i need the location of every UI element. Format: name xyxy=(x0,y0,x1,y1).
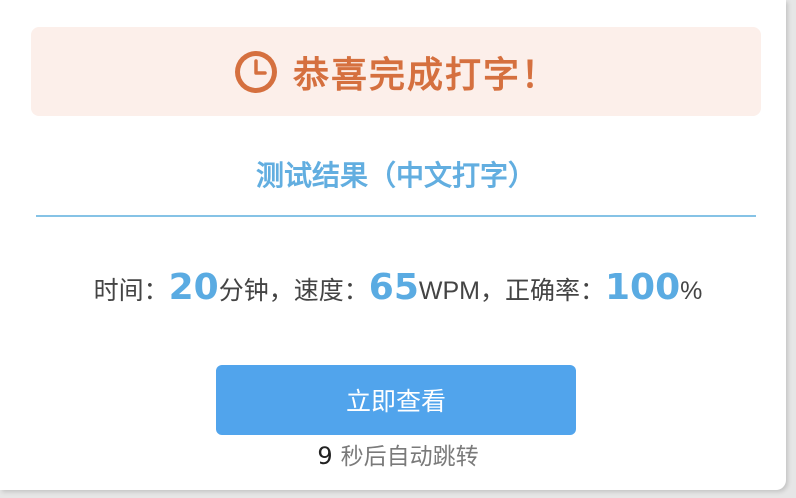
stats-line: 时间：20分钟，速度：65WPM，正确率：100% xyxy=(0,262,796,317)
time-unit: 分钟， xyxy=(218,276,294,305)
result-dialog: 恭喜完成打字！ 测试结果（中文打字） 时间：20分钟，速度：65WPM，正确率：… xyxy=(0,0,786,490)
countdown-seconds: 9 xyxy=(317,442,333,470)
result-title: 测试结果（中文打字） xyxy=(255,159,536,192)
auto-redirect-notice: 9 秒后自动跳转 xyxy=(0,437,796,471)
congrats-banner: 恭喜完成打字！ xyxy=(31,27,761,116)
accuracy-value: 100 xyxy=(605,267,681,308)
divider xyxy=(36,215,756,217)
speed-value: 65 xyxy=(368,267,419,308)
time-label: 时间： xyxy=(93,276,169,305)
accuracy-unit: % xyxy=(680,277,703,305)
time-value: 20 xyxy=(168,267,219,308)
view-now-button[interactable]: 立即查看 xyxy=(216,365,576,435)
speed-unit: WPM， xyxy=(418,277,505,305)
accuracy-label: 正确率： xyxy=(504,276,605,305)
redirect-text: 秒后自动跳转 xyxy=(340,444,479,470)
congrats-title: 恭喜完成打字！ xyxy=(292,54,559,96)
clock-icon xyxy=(233,49,279,95)
speed-label: 速度： xyxy=(293,276,369,305)
